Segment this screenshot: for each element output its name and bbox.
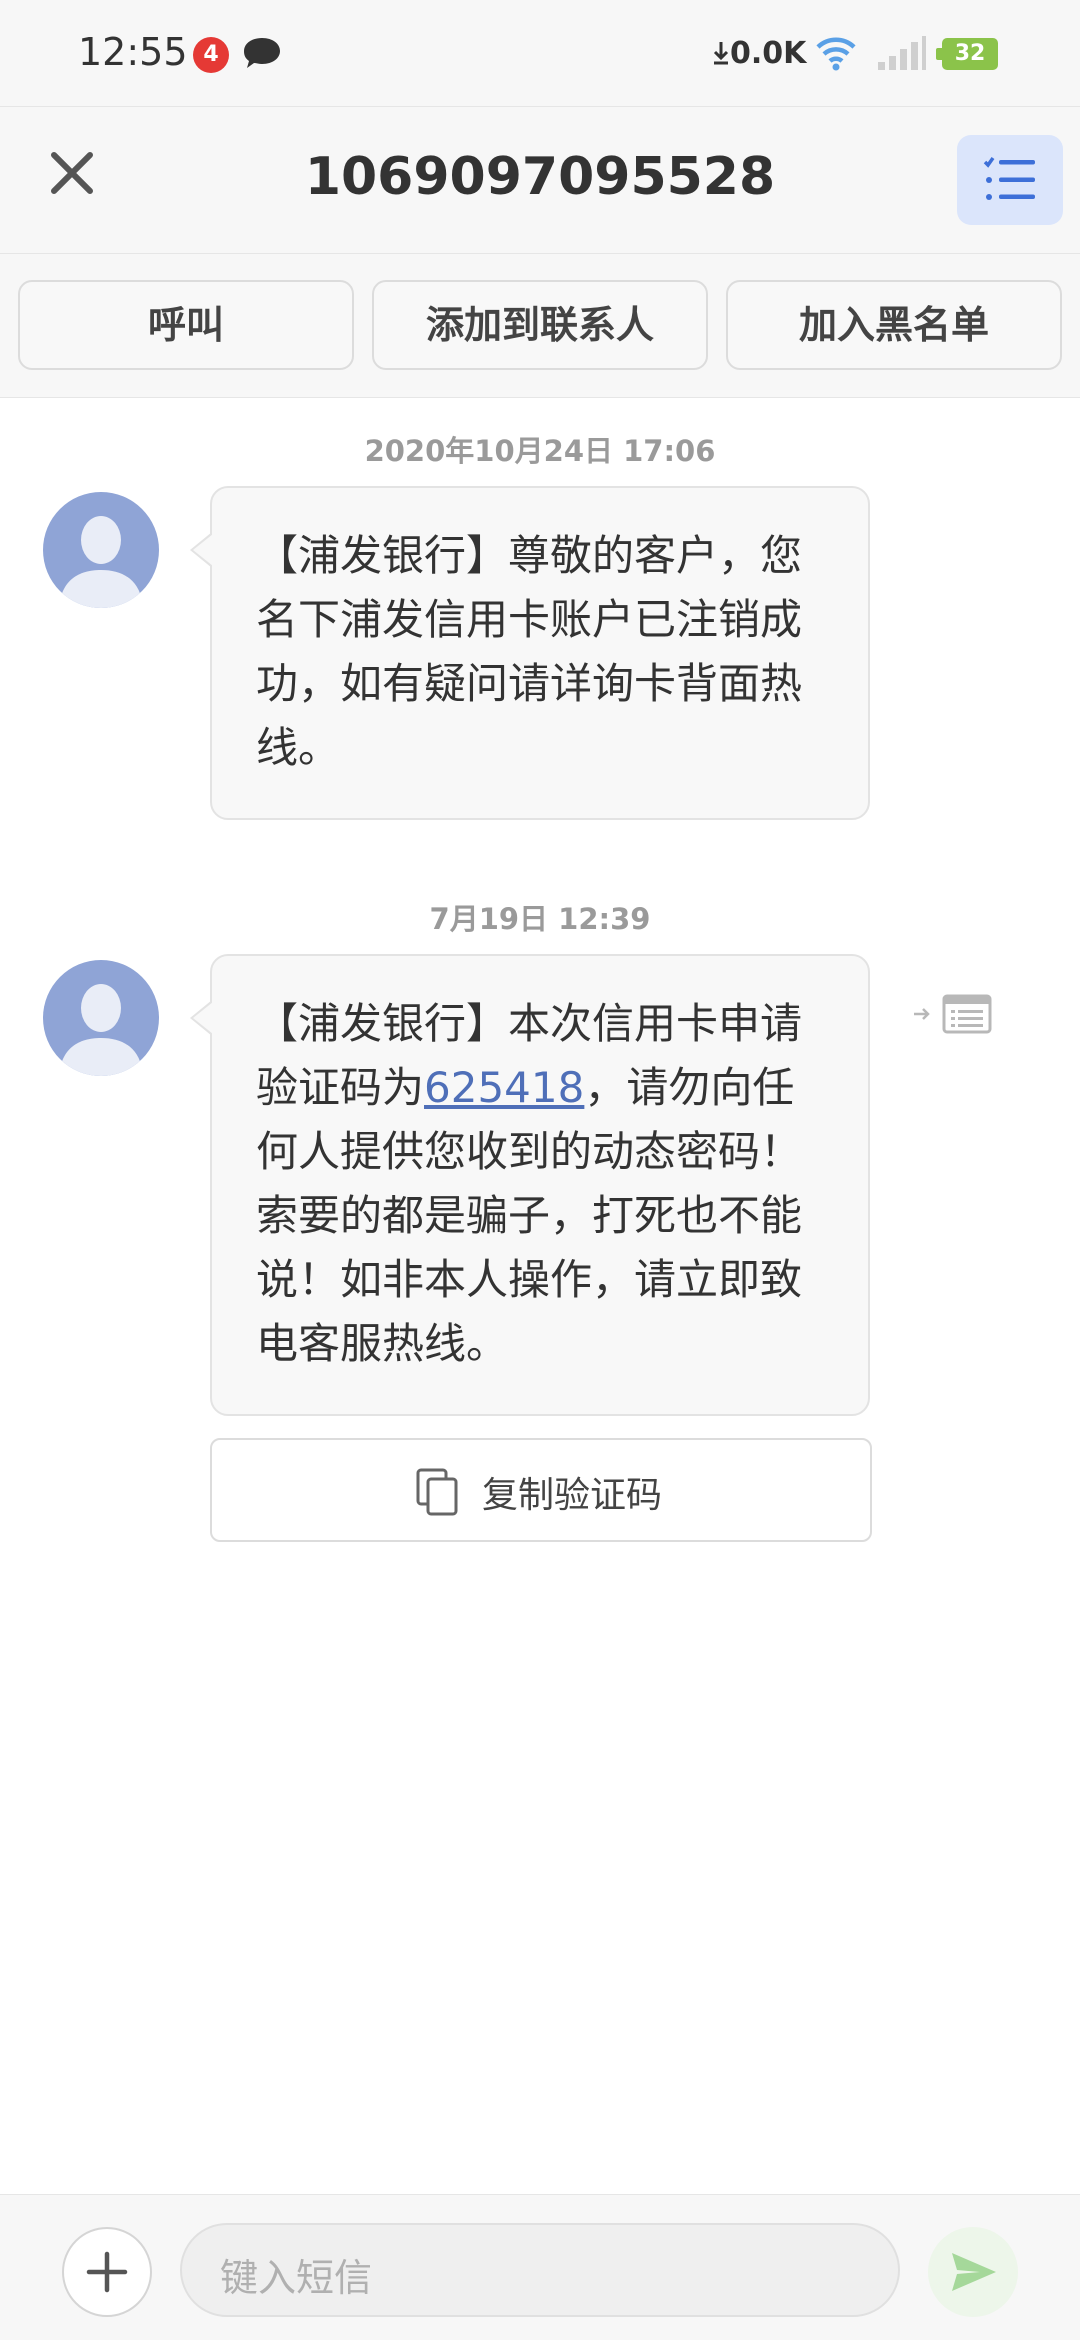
wifi-icon xyxy=(816,37,856,71)
status-time: 12:55 xyxy=(78,30,188,74)
signal-icon xyxy=(878,36,926,70)
message-input[interactable]: 键入短信 xyxy=(180,2223,900,2317)
message-bubble[interactable]: 【浦发银行】尊敬的客户，您名下浦发信用卡账户已注销成功，如有疑问请详询卡背面热线… xyxy=(190,486,870,820)
avatar xyxy=(43,492,159,608)
checklist-icon xyxy=(983,156,1035,200)
send-button[interactable] xyxy=(928,2227,1018,2317)
verification-code-link[interactable]: 625418 xyxy=(424,1063,584,1112)
message-list-menu-button[interactable] xyxy=(957,135,1063,225)
plus-icon xyxy=(86,2251,128,2293)
message-timestamp: 2020年10月24日 17:06 xyxy=(364,434,716,468)
message-timestamp: 7月19日 12:39 xyxy=(429,902,651,936)
conversation-header: 1069097095528 xyxy=(0,106,1080,254)
copy-icon xyxy=(416,1468,458,1516)
chat-bubble-icon xyxy=(244,38,280,68)
sender-number-title: 1069097095528 xyxy=(304,147,776,207)
blacklist-button[interactable]: 加入黑名单 xyxy=(726,280,1062,370)
copy-code-button[interactable]: 复制验证码 xyxy=(210,1438,872,1542)
default-avatar-icon xyxy=(43,492,159,608)
battery-level: 32 xyxy=(954,41,986,66)
default-avatar-icon xyxy=(43,960,159,1076)
avatar xyxy=(43,960,159,1076)
copy-code-label: 复制验证码 xyxy=(482,1475,663,1516)
message-bubble[interactable]: 【浦发银行】本次信用卡申请验证码为625418，请勿向任何人提供您收到的动态密码… xyxy=(190,954,870,1416)
call-button[interactable]: 呼叫 xyxy=(18,280,354,370)
message-text: 【浦发银行】尊敬的客户，您名下浦发信用卡账户已注销成功，如有疑问请详询卡背面热线… xyxy=(256,531,803,772)
contact-actions-bar: 呼叫 添加到联系人 加入黑名单 xyxy=(0,254,1080,398)
add-contact-button[interactable]: 添加到联系人 xyxy=(372,280,708,370)
status-bar: 12:55 4 0.0K 32 xyxy=(0,0,1080,106)
attach-button[interactable] xyxy=(62,2227,152,2317)
compose-bar: 键入短信 xyxy=(0,2194,1080,2340)
battery-indicator: 32 xyxy=(936,38,998,70)
message-detail-icon[interactable] xyxy=(912,992,992,1036)
network-speed: 0.0K xyxy=(712,36,806,71)
network-speed-value: 0.0K xyxy=(730,36,807,71)
download-arrow-icon xyxy=(713,42,729,65)
notification-badge: 4 xyxy=(193,37,229,73)
send-icon xyxy=(952,2253,996,2291)
